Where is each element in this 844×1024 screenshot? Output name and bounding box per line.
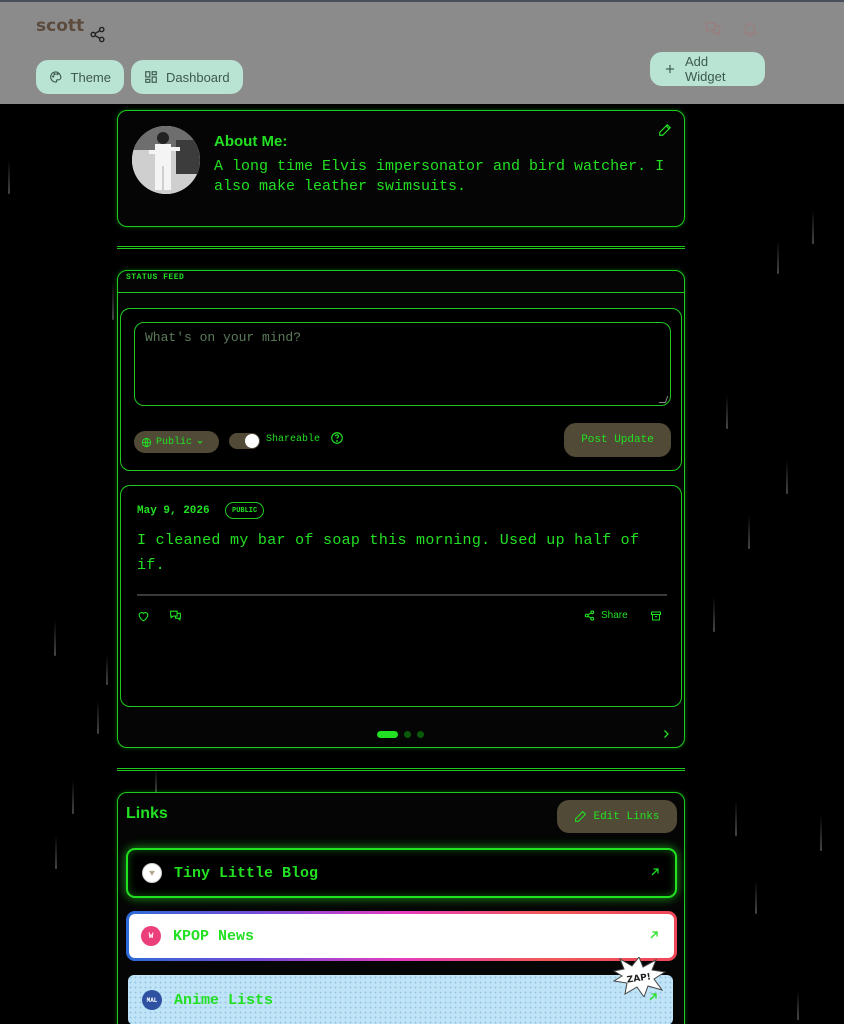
visibility-value: Public <box>156 436 193 448</box>
shareable-toggle[interactable] <box>229 433 260 449</box>
theme-label: Theme <box>70 69 111 85</box>
theme-button[interactable]: Theme <box>36 60 124 94</box>
chevron-down-icon <box>197 440 203 444</box>
page-dot[interactable] <box>404 731 411 738</box>
edit-links-label: Edit Links <box>593 810 660 823</box>
composer: What's on your mind? Public Shareable Po… <box>120 308 682 471</box>
edit-links-button[interactable]: Edit Links <box>557 800 677 833</box>
share-button[interactable]: Share <box>601 610 628 621</box>
feed-label: STATUS FEED <box>126 273 185 282</box>
mal-icon-text: MAL <box>146 996 158 1004</box>
post-update-button[interactable]: Post Update <box>564 423 671 457</box>
post-divider <box>137 594 667 596</box>
dashboard-button[interactable]: Dashboard <box>131 60 243 94</box>
plus-icon <box>665 64 675 74</box>
page-dot[interactable] <box>417 731 424 738</box>
status-feed-card: STATUS FEED What's on your mind? Public … <box>117 270 685 748</box>
section-divider <box>117 768 685 771</box>
section-divider <box>117 246 685 249</box>
dashboard-icon <box>145 71 157 83</box>
external-link-icon <box>651 868 659 876</box>
link-label: KPOP News <box>173 927 255 945</box>
globe-icon <box>141 437 152 447</box>
top-header: scott Theme Dashboard Add Widget <box>0 0 844 104</box>
links-card: Links Edit Links Tiny Little Blog W KPOP… <box>117 792 685 1024</box>
mal-icon: MAL <box>142 990 162 1010</box>
post-text: I cleaned my bar of soap this morning. U… <box>137 532 640 574</box>
heart-icon[interactable] <box>137 610 150 623</box>
status-post: May 9, 2026 PUBLIC I cleaned my bar of s… <box>120 485 682 707</box>
visibility-select[interactable]: Public <box>134 431 219 453</box>
about-title: About Me: <box>214 133 288 150</box>
username: scott <box>36 16 85 36</box>
resize-handle[interactable] <box>658 396 669 403</box>
bell-icon[interactable] <box>741 20 759 38</box>
add-widget-button[interactable]: Add Widget <box>650 52 765 86</box>
link-label: Anime Lists <box>174 991 274 1009</box>
feed-header-line <box>118 292 684 293</box>
link-item-anime[interactable]: MAL Anime Lists <box>128 975 673 1024</box>
palette-icon <box>50 71 62 83</box>
link-item-kpop[interactable]: W KPOP News <box>126 911 677 961</box>
share-icon[interactable] <box>89 26 106 43</box>
visibility-badge: PUBLIC <box>225 502 265 519</box>
kpop-icon-text: W <box>148 931 154 941</box>
zap-sticker: ZAP! <box>612 957 666 997</box>
blog-icon <box>142 863 162 883</box>
kpop-icon: W <box>141 926 161 946</box>
post-date: May 9, 2026 <box>137 505 210 517</box>
chevron-right-icon[interactable] <box>660 728 672 740</box>
dashboard-label: Dashboard <box>166 69 230 85</box>
help-icon[interactable] <box>330 431 344 445</box>
pencil-icon <box>575 810 587 822</box>
links-title: Links <box>126 805 168 822</box>
link-item-blog[interactable]: Tiny Little Blog <box>126 848 677 898</box>
shareable-label: Shareable <box>266 434 321 445</box>
share-icon[interactable] <box>584 610 595 621</box>
about-text: A long time Elvis impersonator and bird … <box>214 158 665 195</box>
page-dot[interactable] <box>377 731 398 738</box>
external-link-icon <box>650 931 658 939</box>
archive-icon[interactable] <box>650 610 662 622</box>
messages-icon[interactable] <box>704 20 722 38</box>
pencil-icon[interactable] <box>658 123 672 137</box>
comment-icon[interactable] <box>169 609 182 622</box>
avatar <box>132 126 200 194</box>
status-input[interactable]: What's on your mind? <box>134 322 671 406</box>
add-widget-label: Add Widget <box>684 54 726 84</box>
link-label: Tiny Little Blog <box>174 864 319 882</box>
pagination-dots <box>377 731 424 738</box>
about-me-card: About Me: A long time Elvis impersonator… <box>117 110 685 227</box>
